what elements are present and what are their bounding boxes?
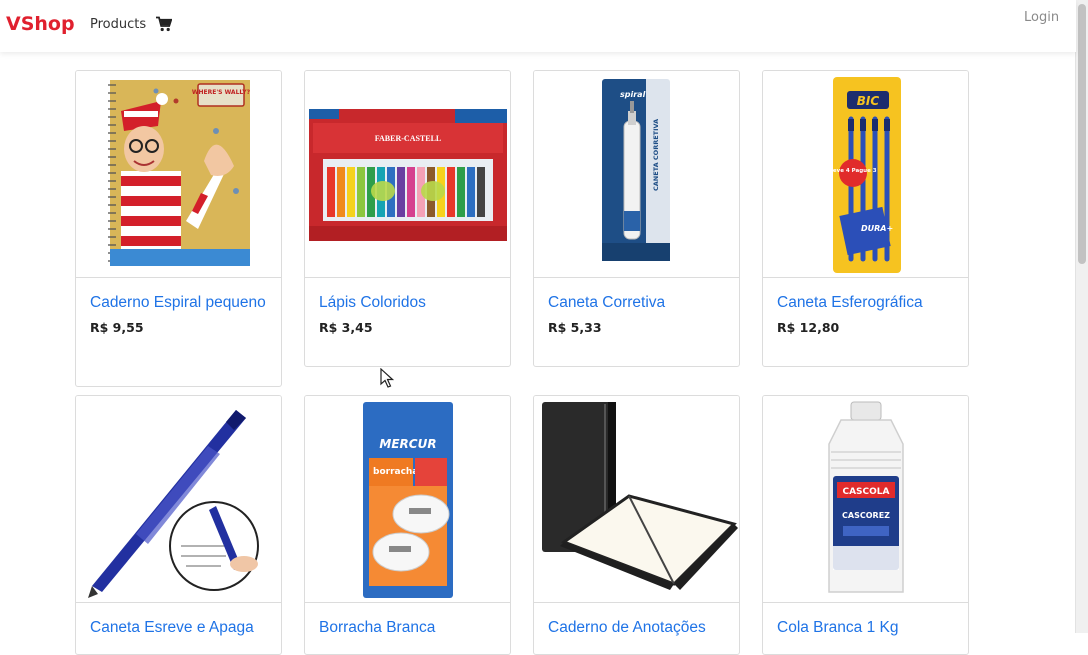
product-title-link[interactable]: Caneta Esferográfica [777,292,954,314]
nav-products-link[interactable]: Products [90,17,146,32]
shopping-cart-icon[interactable] [156,16,173,32]
product-title-link[interactable]: Caneta Esreve e Apaga [90,617,267,639]
svg-text:FABER-CASTELL: FABER-CASTELL [375,134,442,143]
white-eraser-image[interactable]: MERCUR borracha [305,396,510,603]
svg-text:DURA+: DURA+ [861,224,893,233]
correction-pen-image[interactable]: spiral CANETA CORRETIVA [534,71,739,278]
product-card[interactable]: spiral CANETA CORRETIVA Caneta Corretiva… [533,70,740,367]
svg-text:Leve 4 Pague 3: Leve 4 Pague 3 [829,168,876,174]
product-title-link[interactable]: Caneta Corretiva [548,292,725,314]
product-card[interactable]: BIC Leve 4 Pague 3 DURA+ Caneta Esferogr… [762,70,969,367]
product-title-link[interactable]: Caderno Espiral pequeno [90,292,267,314]
product-card[interactable]: FABER-CASTELL Lápis Coloridos R$ 3,45 [304,70,511,367]
svg-text:CASCOREZ: CASCOREZ [842,511,890,520]
product-price: R$ 9,55 [90,320,144,335]
notebook-wheres-wally-image[interactable]: WHERE'S WALLY? [76,71,281,278]
svg-text:BIC: BIC [857,94,880,108]
top-navbar: VShop Products Login [0,0,1076,52]
product-price: R$ 12,80 [777,320,840,335]
mouse-pointer-icon [380,367,395,392]
product-card[interactable]: Caneta Esreve e Apaga [75,395,282,655]
svg-text:CANETA CORRETIVA: CANETA CORRETIVA [652,119,660,191]
product-title-link[interactable]: Caderno de Anotações [548,617,725,639]
svg-text:MERCUR: MERCUR [379,437,436,451]
product-card[interactable]: WHERE'S WALLY? Caderno Espiral pequeno R… [75,70,282,387]
product-title-link[interactable]: Lápis Coloridos [319,292,496,314]
ballpoint-pens-image[interactable]: BIC Leve 4 Pague 3 DURA+ [763,71,968,278]
notes-notebook-image[interactable] [534,396,739,603]
brand-logo-link[interactable]: VShop [6,13,75,35]
erasable-pen-image[interactable] [76,396,281,603]
product-card[interactable]: MERCUR borracha Borracha Branca [304,395,511,655]
product-grid: WHERE'S WALLY? Caderno Espiral pequeno R… [0,0,1076,655]
svg-text:spiral: spiral [620,90,646,99]
colored-pencils-image[interactable]: FABER-CASTELL [305,71,510,278]
product-price: R$ 3,45 [319,320,373,335]
white-glue-image[interactable]: CASCOLA CASCOREZ [763,396,968,603]
product-price: R$ 5,33 [548,320,602,335]
login-link[interactable]: Login [1024,10,1059,25]
product-card[interactable]: CASCOLA CASCOREZ Cola Branca 1 Kg [762,395,969,655]
scrollbar-thumb[interactable] [1078,4,1086,264]
product-title-link[interactable]: Borracha Branca [319,617,496,639]
svg-text:borracha: borracha [373,467,418,477]
product-card[interactable]: Caderno de Anotações [533,395,740,655]
vertical-scrollbar[interactable] [1075,0,1088,633]
product-title-link[interactable]: Cola Branca 1 Kg [777,617,954,639]
svg-text:WHERE'S WALLY?: WHERE'S WALLY? [192,89,251,96]
svg-text:CASCOLA: CASCOLA [842,487,889,497]
